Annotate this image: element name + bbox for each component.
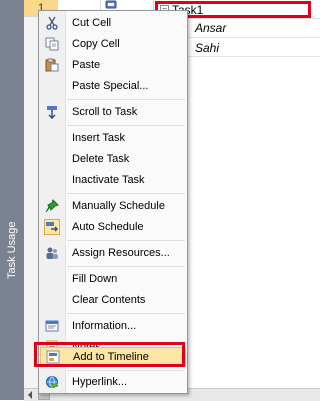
menu-item-label: Scroll to Task [72,105,138,118]
menu-separator [67,240,185,241]
paste-icon [40,55,64,74]
menu-item-label: Insert Task [72,131,125,144]
menu-item-hyperlink[interactable]: Hyperlink... [40,372,186,391]
view-bar[interactable]: Task Usage [0,0,24,400]
menu-item-label: Copy Cell [72,37,120,50]
menu-item-label: Paste [72,58,101,71]
menu-item-information[interactable]: Information... [40,316,186,335]
information-icon [40,316,64,335]
menu-separator [67,313,185,314]
assignment-cell[interactable]: Ansar [195,21,226,35]
menu-item-insert-task[interactable]: Insert Task [40,128,186,147]
hyperlink-icon [40,372,64,391]
copy-icon [40,34,64,53]
scroll-to-task-icon [40,102,64,121]
menu-item-label: Manually Schedule [72,199,165,212]
menu-separator [67,370,185,371]
menu-item-inactivate-task[interactable]: Inactivate Task [40,170,186,189]
menu-item-scroll-to-task[interactable]: Scroll to Task [40,102,186,121]
menu-item-label: Cut Cell [72,16,112,29]
scissors-icon [40,13,64,32]
menu-item-label: Clear Contents [72,293,146,306]
view-bar-label: Task Usage [6,221,18,279]
menu-separator [67,125,185,126]
context-menu: Cut Cell Copy Cell Paste Paste Special..… [38,10,188,394]
menu-item-fill-down[interactable]: Fill Down [40,269,186,288]
menu-item-label: Information... [72,319,137,332]
menu-item-label: Paste Special... [72,79,149,92]
assign-resources-icon [40,243,64,262]
menu-separator [67,193,185,194]
menu-item-label: Inactivate Task [72,173,145,186]
menu-item-label: Hyperlink... [72,375,128,388]
menu-item-delete-task[interactable]: Delete Task [40,149,186,168]
menu-item-label: Assign Resources... [72,246,170,259]
menu-separator [67,99,185,100]
assignment-cell[interactable]: Sahi [195,41,219,55]
pushpin-icon [40,196,64,215]
task-mode-icon [105,0,117,10]
menu-item-label: Fill Down [72,272,118,285]
scroll-left-icon[interactable] [28,391,32,399]
menu-separator [67,266,185,267]
annotation-highlight-box [34,342,185,367]
menu-item-label: Delete Task [72,152,130,165]
menu-item-auto-schedule[interactable]: Auto Schedule [40,217,186,236]
auto-schedule-icon [40,217,64,236]
menu-item-cut-cell[interactable]: Cut Cell [40,13,186,32]
menu-item-paste[interactable]: Paste [40,55,186,74]
menu-item-manually-schedule[interactable]: Manually Schedule [40,196,186,215]
menu-item-copy-cell[interactable]: Copy Cell [40,34,186,53]
menu-item-paste-special[interactable]: Paste Special... [40,76,186,95]
menu-item-assign-resources[interactable]: Assign Resources... [40,243,186,262]
menu-item-label: Auto Schedule [72,220,144,233]
menu-item-clear-contents[interactable]: Clear Contents [40,290,186,309]
